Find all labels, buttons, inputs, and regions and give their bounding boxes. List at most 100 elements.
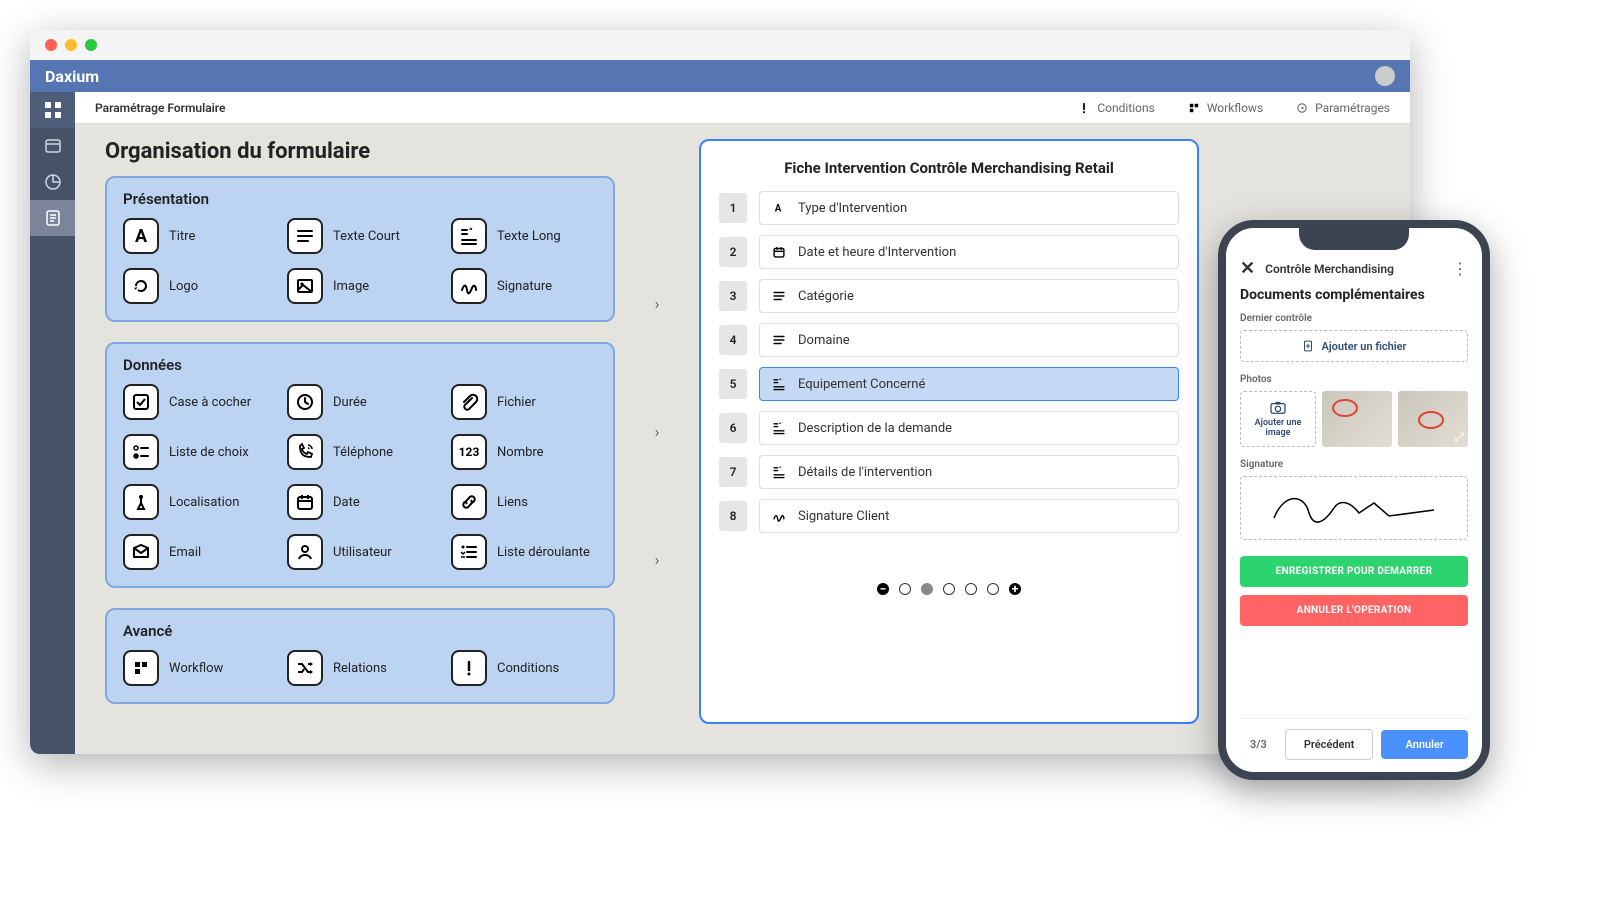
row-number: 2	[719, 237, 747, 267]
field-type-phone[interactable]: Téléphone	[287, 434, 433, 470]
previous-button[interactable]: Précédent	[1285, 729, 1374, 760]
row-body[interactable]: Description de la demande	[759, 411, 1179, 445]
rail-stats-icon[interactable]	[30, 164, 75, 200]
row-body[interactable]: Equipement Concerné	[759, 367, 1179, 401]
phone-section-photos: Photos	[1240, 374, 1468, 385]
quote-icon	[451, 218, 487, 254]
cancel-operation-button[interactable]: ANNULER L'OPERATION	[1240, 595, 1468, 626]
calendar-icon	[287, 484, 323, 520]
chevron-right-icon[interactable]: ›	[655, 550, 660, 569]
field-label: Utilisateur	[333, 545, 392, 560]
row-label: Equipement Concerné	[798, 377, 925, 392]
phone-section-last-check: Dernier contrôle	[1240, 313, 1468, 324]
rail-apps-icon[interactable]	[30, 92, 75, 128]
field-label: Liste déroulante	[497, 545, 590, 560]
form-row[interactable]: 6Description de la demande	[719, 411, 1179, 445]
panel-presentation: Présentation ATitreTexte CourtTexte Long…	[105, 176, 615, 322]
mac-maximize-dot[interactable]	[85, 39, 97, 51]
field-label: Email	[169, 545, 201, 560]
form-row[interactable]: 3 Catégorie	[719, 279, 1179, 313]
row-number: 3	[719, 281, 747, 311]
clock-icon	[287, 384, 323, 420]
row-body[interactable]: Catégorie	[759, 279, 1179, 313]
row-body[interactable]: Détails de l'intervention	[759, 455, 1179, 489]
pager-dot-active[interactable]	[921, 583, 933, 595]
mail-icon	[123, 534, 159, 570]
field-type-refresh[interactable]: Logo	[123, 268, 269, 304]
field-type-check[interactable]: Case à cocher	[123, 384, 269, 420]
image-icon	[287, 268, 323, 304]
field-type-lines[interactable]: Texte Court	[287, 218, 433, 254]
field-label: Image	[333, 279, 369, 294]
pager-dot[interactable]	[899, 583, 911, 595]
field-type-exclaim[interactable]: Conditions	[451, 650, 597, 686]
field-type-link[interactable]: Liens	[451, 484, 597, 520]
field-type-sig[interactable]: Signature	[451, 268, 597, 304]
form-row[interactable]: 2 Date et heure d'Intervention	[719, 235, 1179, 269]
row-body[interactable]: Date et heure d'Intervention	[759, 235, 1179, 269]
field-label: Conditions	[497, 661, 559, 676]
row-number: 1	[719, 193, 747, 223]
chevron-right-icon[interactable]: ›	[655, 294, 660, 313]
svg-text:A: A	[775, 204, 782, 215]
pager-plus[interactable]: +	[1009, 583, 1021, 595]
field-type-A[interactable]: ATitre	[123, 218, 269, 254]
form-row[interactable]: 8Signature Client	[719, 499, 1179, 533]
row-body[interactable]: AType d'Intervention	[759, 191, 1179, 225]
pager-dot[interactable]	[943, 583, 955, 595]
field-type-pin[interactable]: Localisation	[123, 484, 269, 520]
pager-minus[interactable]: −	[877, 583, 889, 595]
photo-thumbnail[interactable]: ⤢	[1398, 391, 1468, 447]
shuffle-icon	[287, 650, 323, 686]
signature-box[interactable]	[1240, 476, 1468, 540]
form-row[interactable]: 5Equipement Concerné	[719, 367, 1179, 401]
add-image-button[interactable]: Ajouter une image	[1240, 391, 1316, 447]
phone-kebab-icon[interactable]: ⋮	[1452, 259, 1468, 278]
row-body[interactable]: Signature Client	[759, 499, 1179, 533]
row-label: Détails de l'intervention	[798, 465, 932, 480]
field-type-shuffle[interactable]: Relations	[287, 650, 433, 686]
field-type-user[interactable]: Utilisateur	[287, 534, 433, 570]
subheader-workflows[interactable]: Workflows	[1187, 101, 1263, 115]
field-type-123[interactable]: 123Nombre	[451, 434, 597, 470]
user-avatar[interactable]	[1375, 66, 1395, 86]
field-label: Signature	[497, 279, 552, 294]
field-type-image[interactable]: Image	[287, 268, 433, 304]
chevron-right-icon[interactable]: ›	[655, 422, 660, 441]
pager-dot[interactable]	[987, 583, 999, 595]
phone-heading: Documents complémentaires	[1240, 287, 1468, 303]
rail-form-icon[interactable]	[30, 200, 75, 236]
mac-minimize-dot[interactable]	[65, 39, 77, 51]
rail-calendar-icon[interactable]	[30, 128, 75, 164]
field-type-clock[interactable]: Durée	[287, 384, 433, 420]
row-body[interactable]: Domaine	[759, 323, 1179, 357]
sub-header: Paramétrage Formulaire Conditions Workfl…	[75, 92, 1410, 124]
form-row[interactable]: 4Domaine	[719, 323, 1179, 357]
phone-close-icon[interactable]: ✕	[1240, 258, 1255, 279]
save-start-button[interactable]: ENREGISTRER POUR DEMARRER	[1240, 556, 1468, 587]
field-type-clip[interactable]: Fichier	[451, 384, 597, 420]
subheader-conditions[interactable]: Conditions	[1077, 101, 1154, 115]
subheader-parametrages[interactable]: Paramétrages	[1295, 101, 1390, 115]
add-file-button[interactable]: Ajouter un fichier	[1240, 330, 1468, 362]
clip-icon	[451, 384, 487, 420]
pager-dot[interactable]	[965, 583, 977, 595]
sig-icon	[451, 268, 487, 304]
expand-icon[interactable]: ⤢	[1454, 430, 1464, 445]
cancel-button[interactable]: Annuler	[1381, 730, 1468, 759]
A-icon: A	[123, 218, 159, 254]
dropdown-icon	[451, 534, 487, 570]
field-type-workflow[interactable]: Workflow	[123, 650, 269, 686]
phone-mockup: ✕ Contrôle Merchandising ⋮ Documents com…	[1218, 220, 1490, 780]
field-type-quote[interactable]: Texte Long	[451, 218, 597, 254]
field-label: Logo	[169, 279, 198, 294]
form-row[interactable]: 7Détails de l'intervention	[719, 455, 1179, 489]
mac-close-dot[interactable]	[45, 39, 57, 51]
user-icon	[287, 534, 323, 570]
field-type-calendar[interactable]: Date	[287, 484, 433, 520]
photo-thumbnail[interactable]	[1322, 391, 1392, 447]
field-type-mail[interactable]: Email	[123, 534, 269, 570]
form-row[interactable]: 1 AType d'Intervention	[719, 191, 1179, 225]
field-type-listcheck[interactable]: Liste de choix	[123, 434, 269, 470]
field-type-dropdown[interactable]: Liste déroulante	[451, 534, 597, 570]
